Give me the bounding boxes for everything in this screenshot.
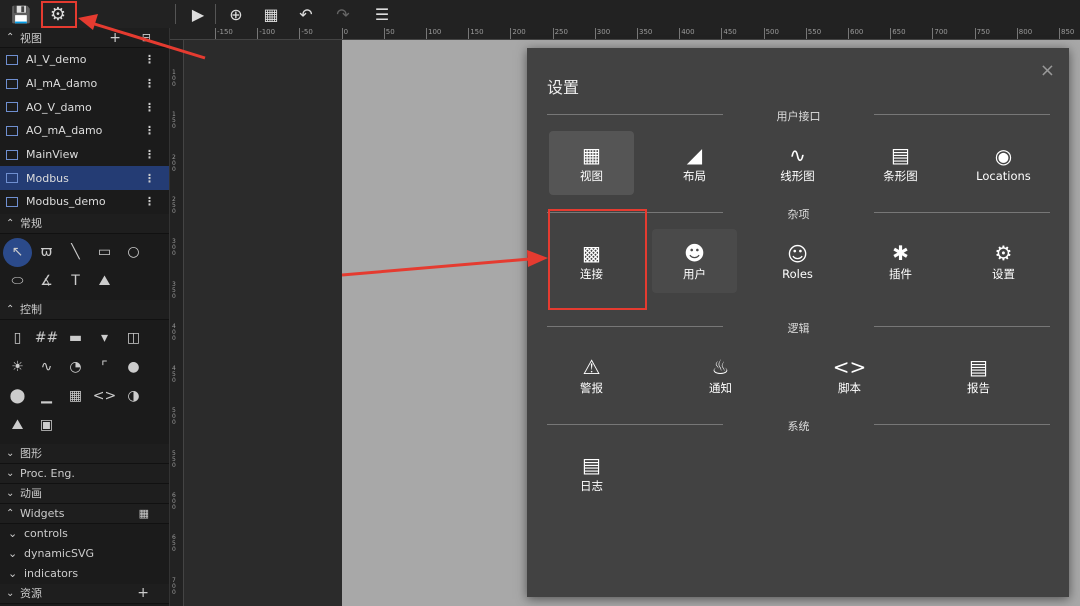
arrowhead xyxy=(78,14,98,30)
annotation-arrow xyxy=(87,20,206,60)
arrowhead xyxy=(527,250,548,267)
annotation-arrow xyxy=(341,257,531,277)
annotation-arrows xyxy=(78,14,548,277)
